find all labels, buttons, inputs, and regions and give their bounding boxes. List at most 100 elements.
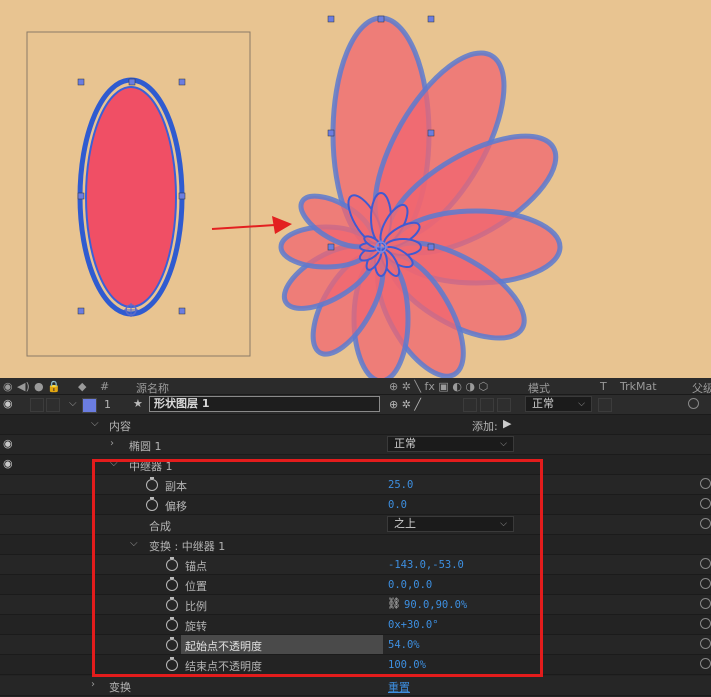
switches-icons: ⊕ ✲ ╲ fx ▣ ◐ ◑ ⬡ xyxy=(389,380,489,393)
chevron-down-icon[interactable]: ⌵ xyxy=(91,418,99,429)
layer-switches[interactable]: ⊕ ✲ ╱ xyxy=(389,398,421,411)
chevron-right-icon[interactable]: › xyxy=(91,679,95,690)
reset-link[interactable]: 重置 xyxy=(388,679,410,695)
start-opacity-label: 起始点不透明度 xyxy=(185,640,262,653)
stopwatch-icon[interactable] xyxy=(166,657,178,671)
trkmat-box[interactable] xyxy=(598,398,612,412)
spiral-icon[interactable] xyxy=(700,638,711,649)
rotation-value[interactable]: 0x+30.0° xyxy=(388,619,439,631)
lock-toggle[interactable] xyxy=(46,398,60,412)
label-icon[interactable]: ◆ xyxy=(78,380,86,393)
repeater-label: 中继器 1 xyxy=(129,460,173,473)
chevron-right-icon[interactable]: › xyxy=(110,438,114,449)
solo-toggle[interactable] xyxy=(30,398,44,412)
layer-mode-value: 正常 xyxy=(532,397,554,410)
stopwatch-icon[interactable] xyxy=(146,497,158,511)
layer-mode-dropdown[interactable]: 正常 ⌵ xyxy=(525,396,592,412)
stopwatch-icon[interactable] xyxy=(166,617,178,631)
chevron-down-icon: ⌵ xyxy=(500,439,507,449)
start-opacity-value[interactable]: 54.0% xyxy=(388,639,420,651)
rotation-label: 旋转 xyxy=(185,620,207,633)
stopwatch-icon[interactable] xyxy=(166,637,178,651)
col-source-name[interactable]: 源名称 xyxy=(136,380,169,396)
offset-value[interactable]: 0.0 xyxy=(388,499,407,511)
repeater-transform-row[interactable]: ⌵ 变换 : 中继器 1 xyxy=(0,535,711,555)
switch-box[interactable] xyxy=(480,398,494,412)
switch-box[interactable] xyxy=(497,398,511,412)
repeater-row[interactable]: ◉ ⌵ 中继器 1 xyxy=(0,455,711,475)
composition-viewer[interactable] xyxy=(0,0,711,378)
lock-icon[interactable]: 🔒 xyxy=(47,380,61,393)
offset-row[interactable]: 偏移 0.0 xyxy=(0,495,711,515)
add-play-icon[interactable]: ▶ xyxy=(503,417,511,430)
copies-value[interactable]: 25.0 xyxy=(388,479,413,491)
copies-row[interactable]: 副本 25.0 xyxy=(0,475,711,495)
spiral-icon[interactable] xyxy=(700,498,711,509)
timeline-header: ◉ ◀) ● 🔒 ◆ # 源名称 ⊕ ✲ ╲ fx ▣ ◐ ◑ ⬡ 模式 T T… xyxy=(0,378,711,395)
composite-label: 合成 xyxy=(149,520,171,533)
star-icon: ★ xyxy=(133,397,143,410)
chevron-down-icon: ⌵ xyxy=(578,399,585,409)
chevron-down-icon[interactable]: ⌵ xyxy=(130,538,138,549)
col-hash: # xyxy=(100,380,110,393)
stopwatch-icon[interactable] xyxy=(146,477,158,491)
col-mode[interactable]: 模式 xyxy=(528,380,550,396)
stopwatch-icon[interactable] xyxy=(166,577,178,591)
anchor-row[interactable]: 锚点 -143.0,-53.0 xyxy=(0,555,711,575)
switch-box[interactable] xyxy=(463,398,477,412)
transform-row[interactable]: › 变换 重置 xyxy=(0,676,711,696)
stopwatch-icon[interactable] xyxy=(166,557,178,571)
composition-canvas xyxy=(26,15,563,378)
ellipse-mode-dropdown[interactable]: 正常 ⌵ xyxy=(387,436,514,452)
eye-icon[interactable]: ◉ xyxy=(3,397,13,410)
chevron-down-icon[interactable]: ⌵ xyxy=(110,458,118,469)
offset-label: 偏移 xyxy=(165,500,187,513)
spiral-icon[interactable] xyxy=(700,658,711,669)
position-label: 位置 xyxy=(185,580,207,593)
col-trkmat: TrkMat xyxy=(620,380,657,393)
link-icon[interactable]: ⛓ xyxy=(387,597,401,610)
col-t: T xyxy=(600,380,607,393)
solo-icon[interactable]: ● xyxy=(34,380,44,393)
transform-label: 变换 xyxy=(109,681,131,694)
spiral-icon[interactable] xyxy=(700,478,711,489)
composite-row[interactable]: 合成 之上 ⌵ xyxy=(0,515,711,535)
eye-icon[interactable]: ◉ xyxy=(3,380,13,393)
spiral-icon[interactable] xyxy=(700,558,711,569)
scale-value[interactable]: 90.0,90.0% xyxy=(404,599,467,611)
anchor-value[interactable]: -143.0,-53.0 xyxy=(388,559,464,571)
spiral-icon[interactable] xyxy=(688,398,699,409)
eye-icon[interactable]: ◉ xyxy=(3,437,13,450)
col-parent: 父级 xyxy=(692,382,711,395)
contents-row[interactable]: ⌵ 内容 添加: ▶ xyxy=(0,415,711,435)
layer-row[interactable]: ◉ ⌵ 1 ★ 形状图层 1 ⊕ ✲ ╱ 正常 ⌵ xyxy=(0,395,711,415)
contents-label: 内容 xyxy=(109,420,131,433)
position-value[interactable]: 0.0,0.0 xyxy=(388,579,432,591)
layer-name-field[interactable]: 形状图层 1 xyxy=(149,396,380,412)
position-row[interactable]: 位置 0.0,0.0 xyxy=(0,575,711,595)
scale-label: 比例 xyxy=(185,600,207,613)
add-label: 添加: xyxy=(472,420,498,433)
composite-dropdown[interactable]: 之上 ⌵ xyxy=(387,516,514,532)
label-color-swatch[interactable] xyxy=(82,398,97,413)
spiral-icon[interactable] xyxy=(700,518,711,529)
end-opacity-row[interactable]: 结束点不透明度 100.0% xyxy=(0,655,711,675)
spiral-icon[interactable] xyxy=(700,618,711,629)
ellipse-label: 椭圆 1 xyxy=(129,440,162,453)
chevron-down-icon: ⌵ xyxy=(500,519,507,529)
single-ellipse-preview xyxy=(26,31,251,357)
copies-label: 副本 xyxy=(165,480,187,493)
speaker-icon[interactable]: ◀) xyxy=(17,380,30,393)
ellipse-mode-value: 正常 xyxy=(394,437,416,450)
start-opacity-row[interactable]: 起始点不透明度 54.0% xyxy=(0,635,711,655)
end-opacity-value[interactable]: 100.0% xyxy=(388,659,426,671)
spiral-icon[interactable] xyxy=(700,578,711,589)
chevron-down-icon[interactable]: ⌵ xyxy=(69,398,77,409)
repeated-petals xyxy=(278,15,563,378)
eye-icon[interactable]: ◉ xyxy=(3,457,13,470)
rotation-row[interactable]: 旋转 0x+30.0° xyxy=(0,615,711,635)
scale-row[interactable]: 比例 ⛓ 90.0,90.0% xyxy=(0,595,711,615)
stopwatch-icon[interactable] xyxy=(166,597,178,611)
ellipse-row[interactable]: ◉ › 椭圆 1 正常 ⌵ xyxy=(0,435,711,455)
spiral-icon[interactable] xyxy=(700,598,711,609)
